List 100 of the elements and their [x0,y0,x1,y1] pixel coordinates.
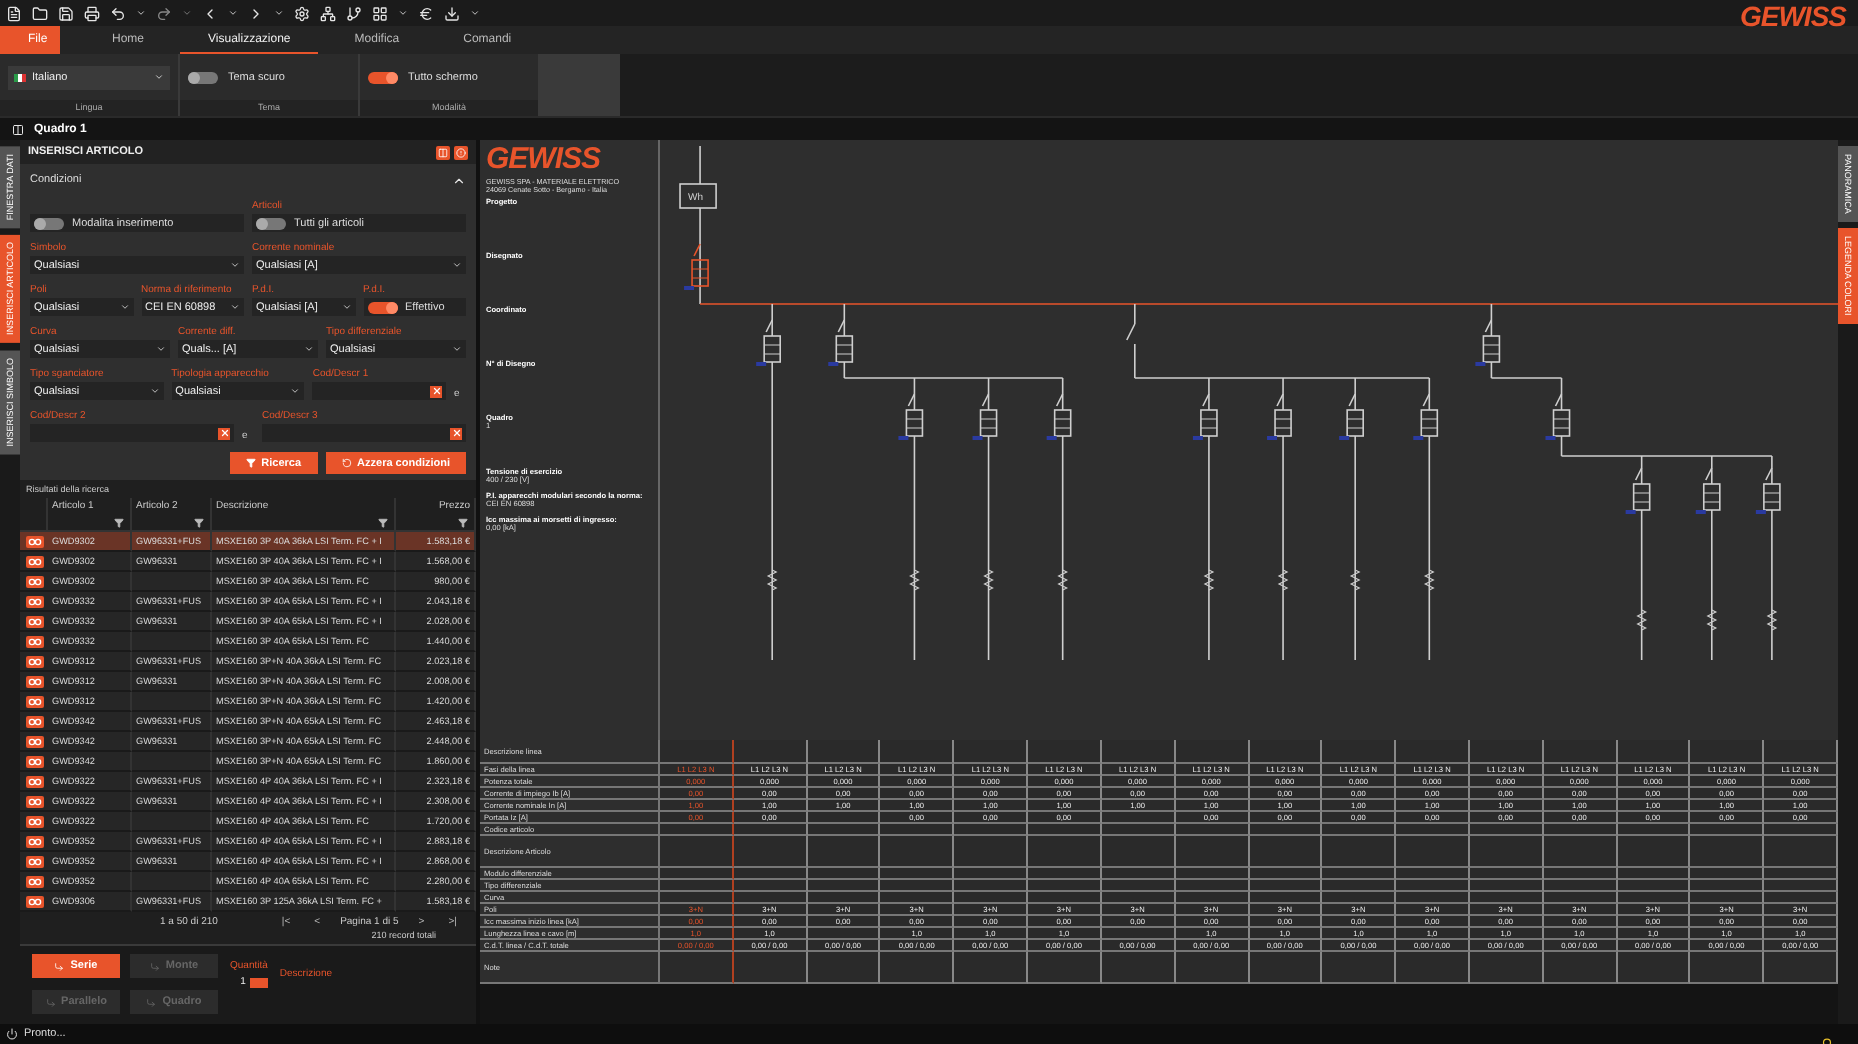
download-icon[interactable] [444,5,460,21]
item-icon [25,875,43,887]
clear-icon[interactable] [218,427,230,439]
save-icon[interactable] [58,5,74,21]
file-icon[interactable] [6,5,22,21]
power-icon[interactable] [6,1028,18,1040]
table-cell[interactable] [132,692,212,712]
euro-icon[interactable] [418,5,434,21]
item-icon [25,815,43,827]
table-cell [1028,952,1102,984]
table-cell [1764,952,1838,984]
flag-icon [14,71,26,83]
table-cell [1469,740,1544,764]
filter-icon[interactable] [378,518,388,528]
table-cell [733,740,808,764]
toggle-switch[interactable] [34,217,64,229]
table-cell[interactable] [20,532,48,552]
grid-icon[interactable] [372,5,388,21]
table-cell [954,836,1029,868]
table-cell [807,836,881,868]
table-cell [880,836,955,868]
table-cell[interactable] [20,672,48,692]
table-cell[interactable] [132,752,212,772]
undo-icon[interactable] [110,5,126,21]
table-cell[interactable] [20,892,48,912]
clear-icon[interactable] [450,427,462,439]
input-field[interactable] [262,424,466,442]
item-icon [25,635,43,647]
toggle-switch[interactable] [367,301,397,313]
table-cell[interactable] [20,592,48,612]
item-icon [25,735,43,747]
table-cell [1101,928,1176,940]
table-cell [1322,952,1397,984]
table-cell [954,740,1029,764]
filter-icon [245,458,256,468]
clear-icon[interactable] [430,385,443,397]
dock-icon[interactable] [436,145,450,159]
table-cell[interactable] [20,852,48,872]
print-icon[interactable] [84,5,100,21]
table-cell[interactable] [132,632,212,652]
table-cell[interactable] [20,732,48,752]
table-cell[interactable] [20,832,48,852]
table-cell [1322,740,1397,764]
item-icon [25,755,43,767]
table-cell [1249,952,1323,984]
table-cell[interactable] [132,872,212,892]
redo-icon[interactable] [156,5,172,21]
table-cell[interactable] [20,572,48,592]
filter-icon[interactable] [458,518,468,528]
table-cell [1690,952,1765,984]
folder-icon[interactable] [32,5,48,21]
table-cell[interactable] [20,552,48,572]
forward-icon[interactable] [248,5,264,21]
network-icon[interactable] [320,5,336,21]
table-cell[interactable] [20,652,48,672]
table-cell [1543,740,1618,764]
table-cell [807,740,881,764]
table-cell[interactable] [20,692,48,712]
item-icon [25,615,43,627]
table-cell [1617,740,1691,764]
table-cell[interactable] [20,752,48,772]
table-cell [1690,836,1765,868]
table-cell[interactable] [20,712,48,732]
filter-icon[interactable] [194,518,204,528]
table-cell[interactable] [20,632,48,652]
filter-icon[interactable] [114,518,124,528]
table-cell[interactable] [20,792,48,812]
toggle-switch[interactable] [188,71,218,83]
panel-icon[interactable] [12,123,24,135]
branch-icon[interactable] [346,5,362,21]
table-cell[interactable] [20,772,48,792]
spinner-control[interactable] [249,977,268,987]
table-cell[interactable] [132,812,212,832]
input-field[interactable] [30,424,234,442]
table-cell [733,952,808,984]
table-cell[interactable] [20,812,48,832]
table-cell[interactable] [132,572,212,592]
settings-icon[interactable] [294,5,310,21]
table-cell [1101,740,1176,764]
item-icon [25,855,43,867]
table-cell [1469,952,1544,984]
input-field[interactable] [312,382,447,400]
table-cell[interactable] [20,872,48,892]
table-cell [733,836,808,868]
item-icon [25,675,43,687]
table-cell [1028,836,1102,868]
table-cell [1322,836,1397,868]
alert-icon[interactable] [454,145,468,159]
caret-icon[interactable] [182,8,192,18]
toggle-switch[interactable] [368,71,398,83]
table-cell[interactable] [20,612,48,632]
item-icon [25,595,43,607]
back-icon[interactable] [202,5,218,21]
table-cell [807,928,881,940]
toggle-switch[interactable] [256,217,286,229]
collapse-icon[interactable] [452,173,466,187]
table-cell [660,740,734,764]
reset-icon [341,458,352,468]
table-cell [1469,836,1544,868]
item-icon [25,695,43,707]
